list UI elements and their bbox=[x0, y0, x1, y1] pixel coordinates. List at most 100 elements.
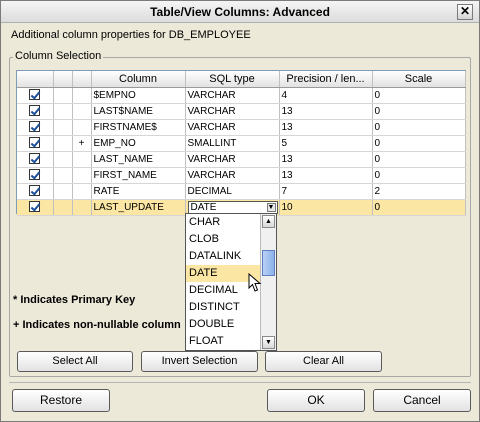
dropdown-option[interactable]: CHAR bbox=[186, 214, 260, 231]
row-scale[interactable]: 0 bbox=[372, 167, 466, 184]
row-sql-type[interactable]: VARCHAR bbox=[185, 103, 280, 120]
header-cell[interactable] bbox=[53, 71, 73, 88]
row-checkbox[interactable] bbox=[29, 153, 41, 165]
dialog-window: Table/View Columns: Advanced ✕ Additiona… bbox=[0, 0, 480, 422]
row-precision[interactable]: 13 bbox=[279, 119, 373, 136]
row-column-name: FIRST_NAME bbox=[91, 167, 186, 184]
row-pk-marker bbox=[53, 183, 73, 200]
row-sql-type[interactable]: VARCHAR bbox=[185, 119, 280, 136]
row-precision[interactable]: 10 bbox=[279, 199, 373, 216]
row-nullable-marker bbox=[72, 151, 92, 168]
row-nullable-marker bbox=[72, 119, 92, 136]
sql-type-dropdown-list[interactable]: CHAR CLOB DATALINK DATE DECIMAL DISTINCT… bbox=[185, 213, 277, 351]
scroll-down-icon[interactable]: ▼ bbox=[262, 336, 275, 349]
cancel-button[interactable]: Cancel bbox=[373, 389, 471, 412]
header-cell[interactable] bbox=[17, 71, 54, 88]
table-row[interactable]: FIRST_NAME VARCHAR 13 0 bbox=[17, 167, 466, 184]
dropdown-option[interactable]: CLOB bbox=[186, 231, 260, 248]
dropdown-option[interactable]: DISTINCT bbox=[186, 299, 260, 316]
row-sql-type[interactable]: SMALLINT bbox=[185, 135, 280, 152]
table-row[interactable]: + EMP_NO SMALLINT 5 0 bbox=[17, 135, 466, 152]
columns-table: Column SQL type Precision / len... Scale… bbox=[16, 70, 466, 216]
row-nullable-marker bbox=[72, 183, 92, 200]
row-column-name: RATE bbox=[91, 183, 186, 200]
row-checkbox[interactable] bbox=[29, 121, 41, 133]
row-column-name: $EMPNO bbox=[91, 87, 186, 104]
row-checkbox[interactable] bbox=[29, 137, 41, 149]
table-header: Column SQL type Precision / len... Scale bbox=[17, 71, 466, 88]
dropdown-scrollbar[interactable]: ▲ ▼ bbox=[260, 214, 276, 350]
row-scale[interactable]: 0 bbox=[372, 87, 466, 104]
header-column[interactable]: Column bbox=[91, 71, 186, 88]
separator bbox=[9, 382, 471, 383]
row-pk-marker bbox=[53, 103, 73, 120]
row-checkbox[interactable] bbox=[29, 185, 41, 197]
row-precision[interactable]: 13 bbox=[279, 103, 373, 120]
row-precision[interactable]: 5 bbox=[279, 135, 373, 152]
row-column-name: LAST_NAME bbox=[91, 151, 186, 168]
row-column-name: FIRSTNAME$ bbox=[91, 119, 186, 136]
row-nullable-marker bbox=[72, 103, 92, 120]
row-nullable-marker bbox=[72, 167, 92, 184]
row-precision[interactable]: 13 bbox=[279, 151, 373, 168]
table-row[interactable]: LAST_NAME VARCHAR 13 0 bbox=[17, 151, 466, 168]
row-scale[interactable]: 0 bbox=[372, 135, 466, 152]
row-precision[interactable]: 7 bbox=[279, 183, 373, 200]
dropdown-option[interactable]: DOUBLE bbox=[186, 316, 260, 333]
restore-button[interactable]: Restore bbox=[12, 389, 110, 412]
sql-type-combobox[interactable]: DATE ▼ bbox=[187, 200, 278, 214]
row-nullable-marker bbox=[72, 87, 92, 104]
row-column-name: LAST_UPDATE bbox=[91, 199, 186, 216]
row-sql-type[interactable]: DECIMAL bbox=[185, 183, 280, 200]
dropdown-option[interactable]: DATALINK bbox=[186, 248, 260, 265]
select-all-button[interactable]: Select All bbox=[17, 351, 133, 372]
combobox-value: DATE bbox=[190, 201, 217, 213]
row-sql-type[interactable]: VARCHAR bbox=[185, 167, 280, 184]
scroll-up-icon[interactable]: ▲ bbox=[262, 215, 275, 228]
dropdown-option[interactable]: FLOAT bbox=[186, 333, 260, 350]
row-column-name: LAST$NAME bbox=[91, 103, 186, 120]
scrollbar-thumb[interactable] bbox=[262, 250, 275, 276]
table-row[interactable]: LAST$NAME VARCHAR 13 0 bbox=[17, 103, 466, 120]
close-icon[interactable]: ✕ bbox=[457, 4, 473, 20]
dialog-subtitle: Additional column properties for DB_EMPL… bbox=[11, 29, 251, 41]
header-precision[interactable]: Precision / len... bbox=[279, 71, 373, 88]
row-checkbox[interactable] bbox=[29, 89, 41, 101]
row-precision[interactable]: 4 bbox=[279, 87, 373, 104]
mouse-cursor-icon bbox=[248, 273, 262, 292]
dialog-title: Table/View Columns: Advanced bbox=[150, 5, 330, 19]
row-pk-marker bbox=[53, 151, 73, 168]
row-pk-marker bbox=[53, 167, 73, 184]
row-pk-marker bbox=[53, 199, 73, 216]
clear-all-button[interactable]: Clear All bbox=[265, 351, 382, 372]
row-checkbox[interactable] bbox=[29, 169, 41, 181]
primary-key-legend: * Indicates Primary Key bbox=[13, 294, 136, 306]
header-sql-type[interactable]: SQL type bbox=[185, 71, 280, 88]
row-sql-type[interactable]: VARCHAR bbox=[185, 87, 280, 104]
row-scale[interactable]: 0 bbox=[372, 103, 466, 120]
row-scale[interactable]: 2 bbox=[372, 183, 466, 200]
row-scale[interactable]: 0 bbox=[372, 151, 466, 168]
ok-button[interactable]: OK bbox=[267, 389, 365, 412]
invert-selection-button[interactable]: Invert Selection bbox=[141, 351, 258, 372]
title-bar: Table/View Columns: Advanced ✕ bbox=[1, 1, 479, 23]
non-nullable-legend: + Indicates non-nullable column bbox=[13, 319, 181, 331]
group-label: Column Selection bbox=[13, 50, 104, 62]
row-scale[interactable]: 0 bbox=[372, 199, 466, 216]
table-row[interactable]: $EMPNO VARCHAR 4 0 bbox=[17, 87, 466, 104]
row-nullable-marker bbox=[72, 199, 92, 216]
row-pk-marker bbox=[53, 87, 73, 104]
row-nullable-marker: + bbox=[72, 135, 92, 152]
chevron-down-icon[interactable]: ▼ bbox=[266, 202, 276, 212]
row-pk-marker bbox=[53, 119, 73, 136]
table-row[interactable]: FIRSTNAME$ VARCHAR 13 0 bbox=[17, 119, 466, 136]
row-checkbox[interactable] bbox=[29, 105, 41, 117]
row-precision[interactable]: 13 bbox=[279, 167, 373, 184]
row-scale[interactable]: 0 bbox=[372, 119, 466, 136]
table-row[interactable]: RATE DECIMAL 7 2 bbox=[17, 183, 466, 200]
header-cell[interactable] bbox=[72, 71, 92, 88]
row-pk-marker bbox=[53, 135, 73, 152]
header-scale[interactable]: Scale bbox=[372, 71, 466, 88]
row-checkbox[interactable] bbox=[29, 201, 41, 213]
row-sql-type[interactable]: VARCHAR bbox=[185, 151, 280, 168]
